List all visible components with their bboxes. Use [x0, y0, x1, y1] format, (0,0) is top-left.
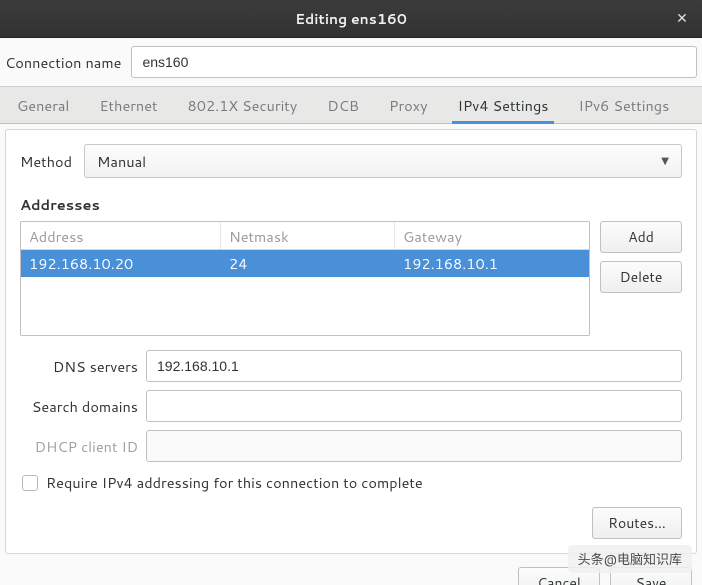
tab-8021x-security[interactable]: 802.1X Security: [186, 87, 300, 123]
addresses-table[interactable]: Address Netmask Gateway 192.168.10.20 24…: [20, 221, 590, 336]
method-row: Method Manual ▼: [20, 144, 682, 178]
search-domains-label: Search domains: [20, 396, 138, 417]
connection-name-row: Connection name: [0, 38, 702, 86]
form-grid: DNS servers Search domains DHCP client I…: [20, 350, 682, 462]
tab-ethernet[interactable]: Ethernet: [97, 87, 159, 123]
close-icon[interactable]: ✕: [672, 8, 692, 28]
addresses-header-row: Address Netmask Gateway: [21, 222, 589, 250]
tab-bar: General Ethernet 802.1X Security DCB Pro…: [0, 86, 702, 124]
header-address[interactable]: Address: [21, 222, 221, 249]
require-ipv4-row: Require IPv4 addressing for this connect…: [22, 472, 682, 493]
cell-netmask[interactable]: 24: [221, 250, 395, 277]
window-titlebar: Editing ens160 ✕: [0, 0, 702, 38]
routes-row: Routes…: [20, 507, 682, 539]
method-label: Method: [20, 151, 72, 172]
cell-gateway[interactable]: 192.168.10.1: [395, 250, 589, 277]
watermark-label: 头条@电脑知识库: [568, 545, 692, 573]
search-domains-input[interactable]: [146, 390, 682, 422]
connection-name-label: Connection name: [5, 52, 121, 73]
tab-ipv4-settings[interactable]: IPv4 Settings: [456, 87, 551, 123]
tab-proxy[interactable]: Proxy: [387, 87, 430, 123]
dhcp-client-id-input: [146, 430, 682, 462]
require-ipv4-label[interactable]: Require IPv4 addressing for this connect…: [46, 472, 423, 493]
header-netmask[interactable]: Netmask: [221, 222, 395, 249]
addresses-section-label: Addresses: [20, 194, 682, 215]
dns-servers-input[interactable]: [146, 350, 682, 382]
dns-servers-label: DNS servers: [20, 356, 138, 377]
delete-button[interactable]: Delete: [600, 261, 682, 293]
header-gateway[interactable]: Gateway: [395, 222, 589, 249]
addresses-side-buttons: Add Delete: [600, 221, 682, 336]
connection-name-input[interactable]: [131, 46, 697, 78]
cell-address[interactable]: 192.168.10.20: [21, 250, 221, 277]
addresses-empty-area[interactable]: [21, 277, 589, 335]
tab-general[interactable]: General: [15, 87, 71, 123]
add-button[interactable]: Add: [600, 221, 682, 253]
addresses-row-selected[interactable]: 192.168.10.20 24 192.168.10.1: [21, 250, 589, 277]
ipv4-panel: Method Manual ▼ Addresses Address Netmas…: [5, 129, 697, 554]
window-title: Editing ens160: [295, 9, 407, 29]
addresses-area: Address Netmask Gateway 192.168.10.20 24…: [20, 221, 682, 336]
method-combo-value: Manual: [97, 151, 661, 172]
method-combo[interactable]: Manual ▼: [84, 144, 682, 178]
require-ipv4-checkbox[interactable]: [22, 475, 38, 491]
tab-ipv6-settings[interactable]: IPv6 Settings: [576, 87, 671, 123]
chevron-down-icon: ▼: [661, 154, 669, 168]
tab-dcb[interactable]: DCB: [325, 87, 361, 123]
dhcp-client-id-label: DHCP client ID: [20, 436, 138, 457]
routes-button[interactable]: Routes…: [592, 507, 682, 539]
